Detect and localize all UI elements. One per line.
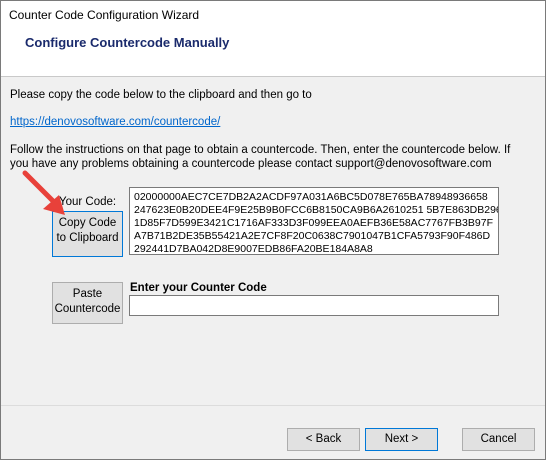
code-line: 1D85F7D599E3421C1716AF333D3F099EEA0AEFB3…	[134, 217, 493, 229]
counter-code-input[interactable]	[129, 295, 499, 316]
red-arrow-icon	[22, 170, 65, 215]
enter-counter-code-label: Enter your Counter Code	[130, 282, 267, 294]
code-line: 02000000AEC7CE7DB2A2ACDF97A031A6BC5D078E…	[134, 191, 488, 203]
title-bar[interactable]: Counter Code Configuration Wizard	[1, 1, 545, 30]
paste-button-label-1: Paste	[72, 288, 103, 300]
code-line: 292441D7BA042D8E9007EDB86FA20BE184A8A8	[134, 243, 373, 255]
instructions-line-2: you have any problems obtaining a counte…	[10, 158, 492, 170]
code-line: 247623E0B20DEE4F9E25B9B0FCC6B8150CA9B6A2…	[134, 204, 499, 216]
window-title: Counter Code Configuration Wizard	[9, 8, 200, 22]
paste-button-label-2: Countercode	[54, 303, 121, 315]
wizard-window: Counter Code Configuration Wizard Config…	[0, 0, 546, 460]
intro-text: Please copy the code below to the clipbo…	[10, 89, 312, 101]
copy-button-label-2: to Clipboard	[56, 232, 119, 244]
wizard-header: Configure Countercode Manually	[1, 30, 545, 77]
wizard-content: Please copy the code below to the clipbo…	[1, 77, 545, 405]
cancel-button[interactable]: Cancel	[462, 428, 535, 451]
code-line: A7B71B2DE35B55421A2E7CF8F20C0638C7901047…	[134, 230, 491, 242]
page-heading: Configure Countercode Manually	[25, 35, 230, 50]
paste-countercode-button[interactable]: Paste Countercode	[52, 282, 123, 324]
next-button[interactable]: Next >	[365, 428, 438, 451]
countercode-link[interactable]: https://denovosoftware.com/countercode/	[10, 115, 220, 130]
back-button[interactable]: < Back	[287, 428, 360, 451]
instructions-line-1: Follow the instructions on that page to …	[10, 144, 511, 156]
wizard-footer: < Back Next > Cancel	[1, 405, 545, 459]
your-code-textbox[interactable]: 02000000AEC7CE7DB2A2ACDF97A031A6BC5D078E…	[129, 187, 499, 255]
